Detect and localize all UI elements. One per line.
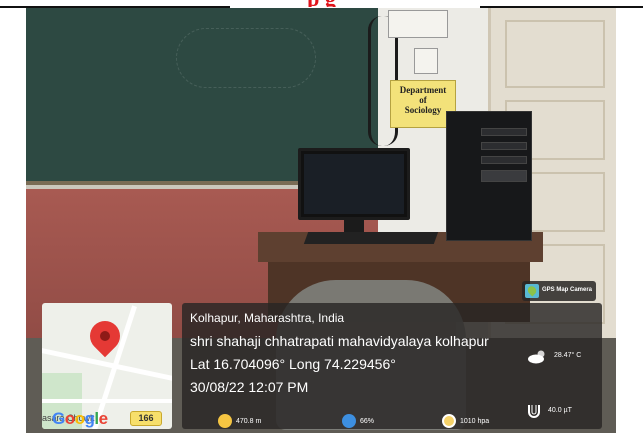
coordinates-line: Lat 16.704096° Long 74.229456° — [190, 356, 396, 372]
altitude-readout: 470.8 m — [218, 414, 278, 430]
location-line: Kolhapur, Maharashtra, India — [190, 311, 345, 325]
cpu-tower — [446, 111, 532, 241]
map-road — [42, 399, 172, 403]
altitude-value: 470.8 m — [236, 418, 262, 425]
pressure-value: 1010 hpa — [460, 418, 490, 425]
temperature-value: 28.47° C — [554, 352, 582, 359]
gps-map-camera-badge: GPS Map Camera — [522, 281, 596, 301]
altitude-icon — [218, 414, 232, 428]
gps-camera-icon — [525, 284, 539, 298]
google-logo: Google — [52, 409, 122, 429]
geotag-photo-page: p g Department of Sociology — [0, 0, 643, 441]
magnetic-value: 40.0 µT — [548, 407, 572, 414]
svg-text:Google: Google — [52, 409, 108, 428]
pressure-readout: 1010 hpa — [442, 414, 512, 430]
humidity-readout: 66% — [342, 414, 392, 430]
cloud-sun-icon — [528, 350, 545, 364]
humidity-icon — [342, 414, 356, 428]
computer-monitor — [298, 148, 410, 220]
pressure-icon — [442, 414, 456, 428]
power-socket — [414, 48, 438, 74]
road-number-badge: 166 — [130, 411, 162, 426]
place-line: shri shahaji chhatrapati mahavidyalaya k… — [190, 333, 489, 349]
classroom-photo: Department of Sociology asara Chowk Goog… — [26, 8, 616, 433]
sign-line-1: Department — [399, 85, 447, 95]
datetime-line: 30/08/22 12:07 PM — [190, 379, 309, 395]
keyboard — [303, 232, 439, 244]
humidity-value: 66% — [360, 418, 375, 425]
map-thumbnail[interactable]: asara Chowk Google 166 — [42, 303, 172, 429]
magnet-icon — [528, 405, 540, 418]
switch-board — [388, 10, 448, 38]
app-name: GPS Map Camera — [542, 287, 593, 293]
magnetic-readout: 40.0 µT — [526, 403, 596, 419]
temperature-readout: 28.47° C — [526, 348, 596, 366]
geotag-info-panel: GPS Map Camera Kolhapur, Maharashtra, In… — [182, 281, 602, 430]
sign-line-2: of — [419, 95, 427, 105]
